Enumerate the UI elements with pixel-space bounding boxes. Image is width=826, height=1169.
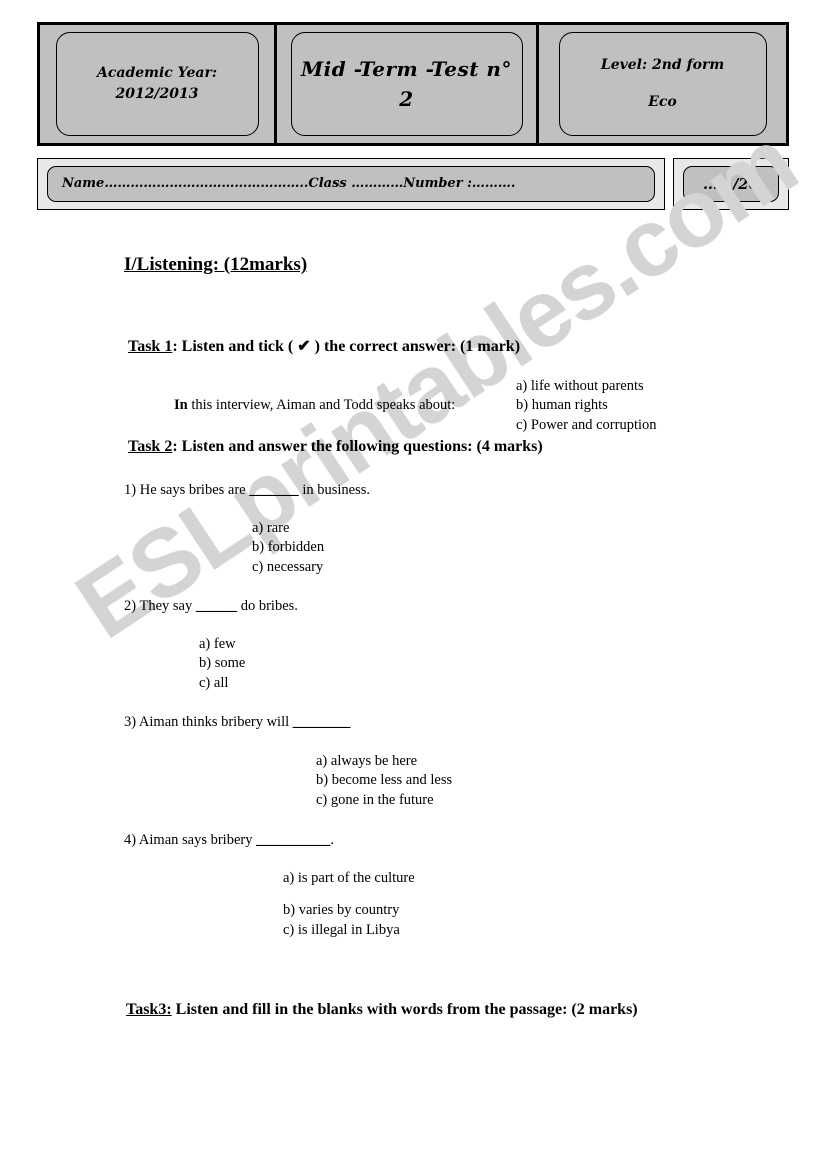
- q3-option-a[interactable]: a) always be here: [316, 752, 452, 771]
- task2-question-2: 2) They say _____ do bribes.: [124, 598, 298, 615]
- q2-blank[interactable]: _____: [196, 598, 237, 614]
- task2-label: Task 2: [128, 438, 173, 455]
- q1-option-a[interactable]: a) rare: [252, 519, 324, 538]
- section-title-listening: I/Listening: (12marks): [124, 254, 308, 275]
- task1-prompt-rest: this interview, Aiman and Todd speaks ab…: [187, 397, 456, 413]
- header-cell-academic-year: Academic Year: 2012/2013: [40, 25, 277, 143]
- q1-option-b[interactable]: b) forbidden: [252, 538, 324, 557]
- task1-prompt: In this interview, Aiman and Todd speaks…: [174, 397, 455, 414]
- q2-number: 2): [124, 598, 137, 614]
- task2-q3-options: a) always be here b) become less and les…: [316, 752, 452, 810]
- test-title-box: Mid -Term -Test n° 2: [290, 32, 523, 136]
- task1-option-c[interactable]: c) Power and corruption: [516, 416, 657, 435]
- q2-pre: They say: [136, 598, 196, 614]
- q4-pre: Aiman says bribery: [136, 832, 257, 848]
- level-box: Level: 2nd form Eco: [558, 32, 767, 136]
- header-cell-level: Level: 2nd form Eco: [539, 25, 786, 143]
- q2-option-b[interactable]: b) some: [199, 654, 245, 673]
- task2-q4-options: a) is part of the culture b) varies by c…: [283, 869, 415, 940]
- academic-year-box: Academic Year: 2012/2013: [55, 32, 259, 136]
- q4-number: 4): [124, 832, 137, 848]
- q4-option-a[interactable]: a) is part of the culture: [283, 869, 415, 888]
- q3-option-b[interactable]: b) become less and less: [316, 771, 452, 790]
- student-info-row: Name………………………………………..Class …………Number :……: [37, 158, 789, 210]
- test-title-text: Mid -Term -Test n° 2: [301, 57, 512, 111]
- task1-label: Task 1: [128, 338, 173, 355]
- task2-q2-options: a) few b) some c) all: [199, 635, 245, 693]
- task1-option-a[interactable]: a) life without parents: [516, 377, 657, 396]
- task3-title: Task3: Listen and fill in the blanks wit…: [126, 997, 696, 1023]
- name-field[interactable]: Name………………………………………..Class …………Number :……: [47, 166, 655, 202]
- q2-option-c[interactable]: c) all: [199, 674, 245, 693]
- task2-instruction: : Listen and answer the following questi…: [172, 438, 543, 455]
- header-cell-test-title: Mid -Term -Test n° 2: [277, 25, 539, 143]
- task2-title: Task 2: Listen and answer the following …: [128, 438, 543, 456]
- q3-pre: Aiman thinks bribery will: [136, 714, 293, 730]
- task1-option-b[interactable]: b) human rights: [516, 396, 657, 415]
- q1-option-c[interactable]: c) necessary: [252, 558, 324, 577]
- worksheet-page: ESLprintables.com Academic Year: 2012/20…: [0, 0, 826, 1169]
- q4-option-b[interactable]: b) varies by country: [283, 901, 415, 920]
- academic-year-text: Academic Year: 2012/2013: [97, 65, 217, 102]
- score-cell: ……/20: [673, 158, 789, 210]
- q3-option-c[interactable]: c) gone in the future: [316, 791, 452, 810]
- task2-question-3: 3) Aiman thinks bribery will _______: [124, 714, 351, 731]
- header-table: Academic Year: 2012/2013 Mid -Term -Test…: [37, 22, 789, 146]
- q1-number: 1): [124, 482, 137, 498]
- task2-question-1: 1) He says bribes are ______ in business…: [124, 482, 370, 499]
- q4-blank[interactable]: _________: [256, 832, 330, 848]
- name-cell: Name………………………………………..Class …………Number :……: [37, 158, 665, 210]
- q1-post: in business.: [298, 482, 371, 498]
- q4-option-c[interactable]: c) is illegal in Libya: [283, 921, 415, 940]
- task1-options: a) life without parents b) human rights …: [516, 377, 657, 435]
- q1-blank[interactable]: ______: [249, 482, 299, 498]
- task3-label: Task3:: [126, 1001, 172, 1018]
- q1-pre: He says bribes are: [136, 482, 250, 498]
- score-field[interactable]: ……/20: [683, 166, 779, 202]
- task2-question-4: 4) Aiman says bribery _________.: [124, 832, 334, 849]
- q3-number: 3): [124, 714, 137, 730]
- q2-post: do bribes.: [237, 598, 298, 614]
- task2-q1-options: a) rare b) forbidden c) necessary: [252, 519, 324, 577]
- q3-blank[interactable]: _______: [293, 714, 351, 730]
- q2-option-a[interactable]: a) few: [199, 635, 245, 654]
- stream-text: Eco: [648, 94, 677, 110]
- name-line-text: Name………………………………………..Class …………Number :……: [62, 176, 516, 192]
- task1-title: Task 1: Listen and tick ( ✔ ) the correc…: [128, 336, 520, 356]
- task1-prompt-bold: In: [174, 397, 188, 413]
- task3-instruction: Listen and fill in the blanks with words…: [171, 1001, 638, 1018]
- level-text: Level: 2nd form: [600, 57, 725, 73]
- task1-instruction: : Listen and tick ( ✔ ) the correct answ…: [172, 338, 521, 355]
- score-text: ……/20: [702, 174, 760, 193]
- q4-post: .: [330, 832, 334, 848]
